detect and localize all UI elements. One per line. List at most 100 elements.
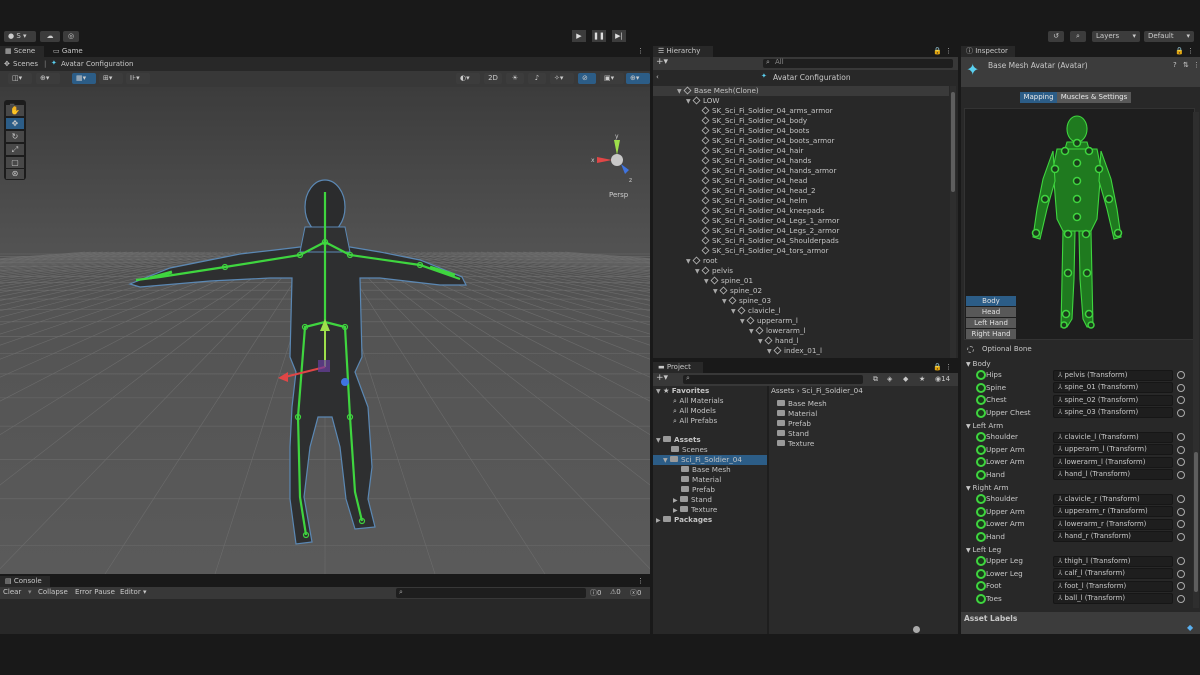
- pause-button[interactable]: ❚❚: [592, 30, 606, 42]
- hierarchy-item[interactable]: ▼ LOW: [653, 96, 949, 106]
- object-picker-icon[interactable]: [1177, 495, 1185, 503]
- packages-header[interactable]: ▶ Packages: [656, 515, 712, 525]
- console-error-pause-button[interactable]: Error Pause: [75, 588, 115, 596]
- hand-tool[interactable]: ✋: [6, 105, 24, 116]
- hierarchy-item[interactable]: SK_Sci_Fi_Soldier_04_boots_armor: [653, 136, 949, 146]
- scene-viewport[interactable]: y x z Persp ═ ✋ ✥ ↻ ⤢ ▢ ⊛: [0, 87, 650, 574]
- object-picker-icon[interactable]: [1177, 371, 1185, 379]
- console-collapse-button[interactable]: Collapse: [38, 588, 68, 596]
- hierarchy-item[interactable]: ▼ spine_02: [653, 286, 949, 296]
- audio-toggle[interactable]: ♪: [528, 73, 546, 84]
- tab-console[interactable]: ▤ Console: [0, 576, 50, 587]
- right-hand-button[interactable]: Right Hand: [966, 329, 1016, 339]
- hierarchy-item[interactable]: SK_Sci_Fi_Soldier_04_head_2: [653, 186, 949, 196]
- object-picker-icon[interactable]: [1177, 520, 1185, 528]
- console-editor-dropdown[interactable]: Editor ▾: [120, 588, 146, 596]
- favorite-all-materials[interactable]: ⌕ All Materials: [673, 396, 723, 406]
- gizmo-dropdown[interactable]: ⊕▾: [36, 73, 60, 84]
- object-picker-icon[interactable]: [1177, 532, 1185, 541]
- favorite-all-models[interactable]: ⌕ All Models: [673, 406, 716, 416]
- scale-tool[interactable]: ⤢: [6, 144, 24, 155]
- folder-stand[interactable]: ▶ Stand: [673, 495, 712, 505]
- bone-transform-field[interactable]: ⅄ pelvis (Transform): [1053, 369, 1173, 381]
- tag-icon[interactable]: ◆: [1187, 623, 1193, 632]
- history-button[interactable]: ↺: [1048, 31, 1064, 42]
- bone-group-header[interactable]: ▼ Left Leg: [966, 544, 1001, 555]
- hierarchy-item[interactable]: SK_Sci_Fi_Soldier_04_Shoulderpads: [653, 236, 949, 246]
- more-icon[interactable]: ⋮: [1193, 61, 1200, 69]
- tab-hierarchy[interactable]: ☰ Hierarchy: [653, 46, 713, 57]
- rotate-tool[interactable]: ↻: [6, 131, 24, 142]
- hierarchy-item[interactable]: ▼ Base Mesh(Clone): [653, 86, 949, 96]
- hierarchy-item[interactable]: SK_Sci_Fi_Soldier_04_tors_armor: [653, 246, 949, 256]
- more-icon[interactable]: ⋮: [945, 47, 952, 55]
- hierarchy-scrollbar[interactable]: [950, 86, 956, 358]
- hierarchy-item[interactable]: SK_Sci_Fi_Soldier_04_boots: [653, 126, 949, 136]
- console-warn-count[interactable]: ⚠0: [610, 588, 621, 596]
- object-picker-icon[interactable]: [1177, 396, 1185, 404]
- console-search-input[interactable]: ⌕: [396, 588, 586, 598]
- console-clear-button[interactable]: Clear: [3, 588, 21, 596]
- hierarchy-item[interactable]: SK_Sci_Fi_Soldier_04_Legs_1_armor: [653, 216, 949, 226]
- help-icon[interactable]: ?: [1173, 61, 1177, 69]
- hierarchy-item[interactable]: SK_Sci_Fi_Soldier_04_hands_armor: [653, 166, 949, 176]
- more-icon[interactable]: ⋮: [1187, 47, 1194, 55]
- hierarchy-item[interactable]: ▼ pelvis: [653, 266, 949, 276]
- filter-type-icon[interactable]: ⧉: [873, 375, 878, 384]
- lock-icon[interactable]: 🔒: [933, 363, 942, 371]
- layers-dropdown[interactable]: Layers ▾: [1092, 31, 1140, 42]
- content-material[interactable]: Material: [777, 409, 817, 419]
- layout-dropdown[interactable]: Default ▾: [1144, 31, 1194, 42]
- chevron-down-icon[interactable]: ▾: [28, 588, 32, 596]
- bone-transform-field[interactable]: ⅄ spine_01 (Transform): [1053, 382, 1173, 393]
- bone-transform-field[interactable]: ⅄ upperarm_r (Transform): [1053, 506, 1173, 517]
- shading-dropdown[interactable]: ◫▾: [8, 73, 32, 84]
- step-button[interactable]: ▶|: [612, 30, 626, 42]
- bone-transform-field[interactable]: ⅄ ball_l (Transform): [1053, 593, 1173, 604]
- hierarchy-item[interactable]: SK_Sci_Fi_Soldier_04_helm: [653, 196, 949, 206]
- increment-snap-dropdown[interactable]: ⊞▾: [99, 73, 123, 84]
- draw-mode-dropdown[interactable]: ◐▾: [456, 73, 480, 84]
- hierarchy-item[interactable]: ▼ upperarm_l: [653, 316, 949, 326]
- hierarchy-search-input[interactable]: ⌕ All: [763, 58, 953, 68]
- folder-prefab[interactable]: Prefab: [681, 485, 715, 495]
- bone-transform-field[interactable]: ⅄ spine_03 (Transform): [1053, 407, 1173, 418]
- lock-icon[interactable]: 🔒: [933, 47, 942, 55]
- content-base-mesh[interactable]: Base Mesh: [777, 399, 827, 409]
- more-icon[interactable]: ⋮: [945, 363, 952, 371]
- bone-transform-field[interactable]: ⅄ calf_l (Transform): [1053, 568, 1173, 579]
- object-picker-icon[interactable]: [1177, 582, 1185, 590]
- console-error-count[interactable]: ⓧ0: [630, 588, 641, 598]
- bone-transform-field[interactable]: ⅄ clavicle_r (Transform): [1053, 493, 1173, 505]
- add-icon[interactable]: +▾: [656, 57, 668, 67]
- bone-transform-field[interactable]: ⅄ lowerarm_l (Transform): [1053, 456, 1173, 468]
- toggle-2d[interactable]: 2D: [484, 73, 502, 84]
- hierarchy-item[interactable]: ▼ root: [653, 256, 949, 266]
- bone-transform-field[interactable]: ⅄ clavicle_l (Transform): [1053, 431, 1173, 443]
- scrollbar-thumb[interactable]: [951, 92, 955, 192]
- tab-muscles-settings[interactable]: Muscles & Settings: [1057, 92, 1131, 103]
- breadcrumb-assets[interactable]: Assets: [771, 386, 794, 395]
- object-picker-icon[interactable]: [1177, 383, 1185, 392]
- star-icon[interactable]: ★: [919, 375, 925, 383]
- object-picker-icon[interactable]: [1177, 594, 1185, 603]
- head-button[interactable]: Head: [966, 307, 1016, 317]
- left-hand-button[interactable]: Left Hand: [966, 318, 1016, 328]
- object-picker-icon[interactable]: [1177, 470, 1185, 479]
- gizmos-dropdown[interactable]: ⊕▾: [626, 73, 650, 84]
- chevron-down-icon[interactable]: ▼: [767, 347, 774, 357]
- lock-icon[interactable]: 🔒: [1175, 47, 1184, 55]
- bone-transform-field[interactable]: ⅄ hand_l (Transform): [1053, 469, 1173, 480]
- transform-tool[interactable]: ⊛: [6, 169, 24, 179]
- filter-label-icon[interactable]: ◈: [887, 375, 892, 383]
- folder-scenes[interactable]: Scenes: [671, 445, 708, 455]
- assets-header[interactable]: ▼ Assets: [656, 435, 701, 445]
- grid-snap-dropdown[interactable]: ▦▾: [72, 73, 96, 84]
- add-icon[interactable]: +▾: [656, 373, 668, 383]
- body-button[interactable]: Body: [966, 296, 1016, 306]
- cloud-button[interactable]: ☁: [40, 31, 60, 42]
- play-button[interactable]: ▶: [572, 30, 586, 42]
- persp-label[interactable]: Persp: [609, 191, 628, 199]
- bone-group-header[interactable]: ▼ Left Arm: [966, 420, 1003, 431]
- hierarchy-item[interactable]: ▼ index_01_l: [653, 346, 949, 356]
